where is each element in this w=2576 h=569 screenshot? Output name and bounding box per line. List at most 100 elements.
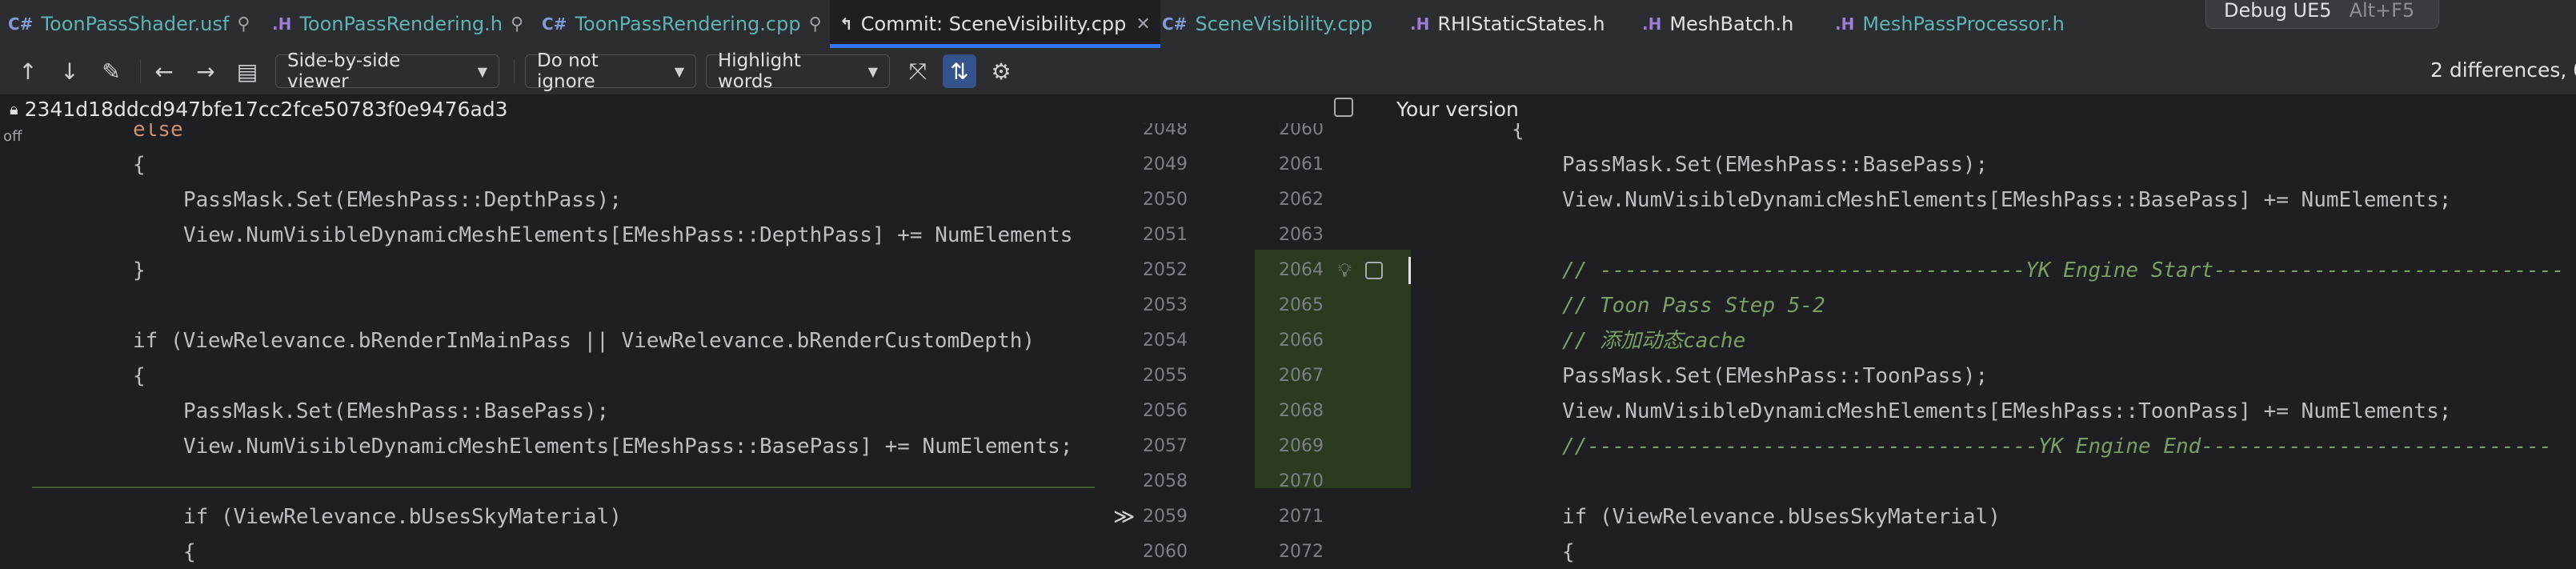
tab-toonpassrendering-cpp[interactable]: C# ToonPassRendering.cpp ⚲ (542, 0, 822, 48)
pin-icon[interactable]: ⚲ (237, 14, 250, 34)
line-number: 2070 (1279, 471, 1324, 491)
code-comment: // ----------------------------------YK … (1562, 258, 2565, 282)
code-comment: //------------------------------------YK… (1562, 435, 2552, 459)
previous-difference-icon[interactable]: ↑ (11, 54, 45, 88)
code-text: PassMask.Set(EMeshPass::BasePass); (183, 399, 610, 423)
line-number: 2060 (1143, 542, 1188, 562)
line-number: 2064 (1279, 260, 1324, 280)
code-text: else (133, 123, 183, 142)
next-difference-icon[interactable]: ↓ (53, 54, 86, 88)
csharp-file-icon: C# (8, 14, 34, 34)
lightbulb-icon[interactable]: 💡︎ (1338, 253, 1352, 288)
code-line: if (ViewRelevance.bUsesSkyMaterial) (0, 499, 1095, 535)
pin-icon[interactable]: ⚲ (809, 14, 822, 34)
code-line: // Toon Pass Step 5-2 (1411, 288, 2576, 323)
code-line: PassMask.Set(EMeshPass::BasePass); (0, 394, 1095, 429)
code-text: { (1512, 123, 1524, 142)
line-number: 2048 (1143, 123, 1188, 139)
lock-icon: 🔒︎ (10, 99, 18, 118)
tab-meshpassprocessor[interactable]: .H MeshPassProcessor.h (1835, 0, 2065, 48)
tab-label: MeshBatch.h (1669, 13, 1794, 35)
right-code-pane[interactable]: { PassMask.Set(EMeshPass::BasePass); Vie… (1411, 123, 2576, 569)
ignore-mode-value: Do not ignore (537, 50, 599, 92)
code-text: } (133, 258, 146, 282)
diff-icon: ↰ (839, 14, 853, 34)
line-number: 2059 (1143, 507, 1188, 527)
tab-label: SceneVisibility.cpp (1195, 13, 1373, 35)
highlight-mode-dropdown[interactable]: Highlight words ▼ (706, 50, 890, 92)
tab-label: ToonPassShader.usf (41, 13, 230, 35)
line-number: 2072 (1279, 542, 1324, 562)
code-text: View.NumVisibleDynamicMeshElements[EMesh… (183, 435, 1073, 459)
tab-label: Commit: SceneVisibility.cpp (860, 13, 1127, 35)
line-number: 2062 (1279, 190, 1324, 210)
code-line: // 添加动态cache (1411, 323, 2576, 359)
line-number: 2061 (1279, 154, 1324, 174)
line-number: 2065 (1279, 295, 1324, 315)
change-boundary-line (32, 487, 1095, 488)
code-line: { (1411, 123, 2576, 147)
differences-count: 2 differences, 0 (2430, 58, 2576, 82)
right-revision-title: Your version (1396, 97, 1519, 121)
code-line: } (0, 253, 1095, 288)
edit-source-icon[interactable]: ✎ (94, 54, 128, 88)
left-code-pane[interactable]: off else { PassMask.Set(EMeshPass::Depth… (0, 123, 1095, 569)
code-line: View.NumVisibleDynamicMeshElements[EMesh… (0, 429, 1095, 464)
csharp-file-icon: C# (1162, 14, 1188, 34)
code-text: { (133, 153, 146, 177)
file-list-icon[interactable]: ▤ (230, 54, 264, 88)
code-text: { (1562, 540, 1575, 564)
forward-arrow-icon[interactable]: → (189, 54, 222, 88)
collapse-unchanged-icon[interactable]: ⤧ (901, 54, 935, 88)
viewer-mode-value: Side-by-side viewer (287, 50, 401, 92)
viewer-mode-dropdown[interactable]: Side-by-side viewer ▼ (275, 50, 499, 92)
tab-meshbatch[interactable]: .H MeshBatch.h (1642, 0, 1793, 48)
editor-tab-bar: C# ToonPassShader.usf ⚲ .H ToonPassRende… (0, 0, 2576, 49)
code-text: { (133, 364, 146, 388)
code-text: View.NumVisibleDynamicMeshElements[EMesh… (1562, 399, 2452, 423)
tab-rhistaticstates[interactable]: .H RHIStaticStates.h (1410, 0, 1605, 48)
code-text: PassMask.Set(EMeshPass::DepthPass); (183, 188, 622, 212)
code-line: { (1411, 535, 2576, 569)
line-number: 2053 (1143, 295, 1188, 315)
toolbar-divider (514, 59, 515, 83)
apply-change-arrows-icon[interactable]: ≫ (1113, 499, 1135, 535)
back-arrow-icon[interactable]: ← (147, 54, 181, 88)
diff-header: 🔒︎ 2341d18ddcd947bfe17cc2fce50783f0e9476… (0, 94, 2576, 123)
line-number: 2063 (1279, 225, 1324, 245)
tab-toonpassrendering-h[interactable]: .H ToonPassRendering.h ⚲ (272, 0, 523, 48)
gear-icon[interactable]: ⚙ (984, 54, 1018, 88)
code-text: if (ViewRelevance.bUsesSkyMaterial) (1562, 505, 2001, 529)
chevron-down-icon: ▼ (867, 63, 878, 79)
code-text: if (ViewRelevance.bUsesSkyMaterial) (183, 505, 622, 529)
code-line: { (0, 535, 1095, 569)
line-number: 2049 (1143, 154, 1188, 174)
header-file-icon: .H (1835, 14, 1855, 34)
tab-commit-scenevisibility[interactable]: ↰ Commit: SceneVisibility.cpp ✕ (830, 0, 1160, 48)
code-line: View.NumVisibleDynamicMeshElements[EMesh… (1411, 394, 2576, 429)
tab-label: ToonPassRendering.cpp (575, 13, 801, 35)
line-number: 2051 (1143, 225, 1188, 245)
code-line: // ----------------------------------YK … (1411, 253, 2576, 288)
tab-toonpassshader[interactable]: C# ToonPassShader.usf ⚲ (8, 0, 250, 48)
code-text: PassMask.Set(EMeshPass::ToonPass); (1562, 364, 1989, 388)
include-change-checkbox[interactable] (1365, 262, 1383, 279)
accept-all-checkbox[interactable] (1334, 98, 1353, 117)
chevron-down-icon: ▼ (674, 63, 684, 79)
code-line: if (ViewRelevance.bUsesSkyMaterial) (1411, 499, 2576, 535)
csharp-file-icon: C# (542, 14, 567, 34)
tab-label: ToonPassRendering.h (299, 13, 503, 35)
ignore-mode-dropdown[interactable]: Do not ignore ▼ (525, 50, 696, 92)
header-file-icon: .H (1642, 14, 1662, 34)
close-icon[interactable]: ✕ (1136, 14, 1150, 34)
pin-icon[interactable]: ⚲ (511, 14, 523, 34)
toolbar-divider (140, 59, 141, 83)
code-text: View.NumVisibleDynamicMeshElements[EMesh… (183, 223, 1073, 247)
code-line: PassMask.Set(EMeshPass::BasePass); (1411, 147, 2576, 182)
code-line: //------------------------------------YK… (1411, 429, 2576, 464)
line-number: 2050 (1143, 190, 1188, 210)
chevron-down-icon: ▼ (477, 63, 487, 79)
tab-scenevisibility-cpp[interactable]: C# SceneVisibility.cpp (1162, 0, 1372, 48)
run-config-tooltip: Debug UE5 Alt+F5 (2205, 0, 2439, 29)
sync-scroll-icon[interactable]: ⇅ (943, 54, 976, 88)
